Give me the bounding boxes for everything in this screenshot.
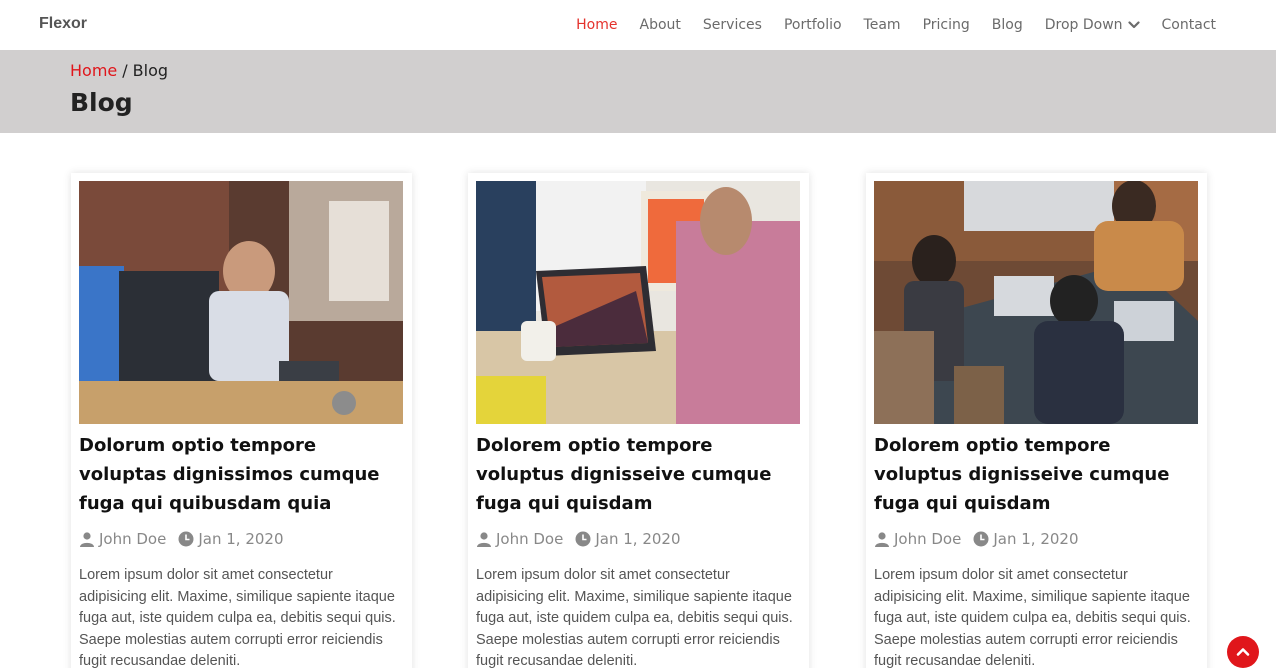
chevron-up-icon	[1236, 648, 1250, 656]
nav-home[interactable]: Home	[576, 17, 617, 33]
blog-card-title[interactable]: Dolorem optio tempore voluptus dignissei…	[874, 431, 1199, 518]
main-nav: Home About Services Portfolio Team Prici…	[554, 0, 1216, 50]
page-title: Blog	[70, 88, 133, 117]
author-meta: John Doe	[476, 530, 563, 548]
date-meta: Jan 1, 2020	[973, 530, 1079, 548]
blog-card-meta: John Doe Jan 1, 2020	[874, 530, 1091, 548]
clock-icon	[178, 531, 194, 547]
back-to-top-button[interactable]	[1227, 636, 1259, 668]
nav-services[interactable]: Services	[703, 17, 762, 33]
post-date[interactable]: Jan 1, 2020	[198, 530, 283, 548]
breadcrumb: Home / Blog	[70, 61, 168, 80]
user-icon	[875, 532, 889, 547]
blog-card-meta: John Doe Jan 1, 2020	[476, 530, 693, 548]
author-meta: John Doe	[874, 530, 961, 548]
clock-icon	[973, 531, 989, 547]
nav-about[interactable]: About	[640, 17, 681, 33]
blog-card-meta: John Doe Jan 1, 2020	[79, 530, 296, 548]
nav-portfolio[interactable]: Portfolio	[784, 17, 842, 33]
blog-card-title[interactable]: Dolorum optio tempore voluptas dignissim…	[79, 431, 404, 518]
nav-pricing[interactable]: Pricing	[923, 17, 970, 33]
blog-card-excerpt: Lorem ipsum dolor sit amet consectetur a…	[476, 567, 793, 668]
user-icon	[80, 532, 94, 547]
clock-icon	[575, 531, 591, 547]
user-icon	[477, 532, 491, 547]
author-name[interactable]: John Doe	[99, 530, 166, 548]
breadcrumb-section: Home / Blog Blog	[0, 50, 1276, 133]
chevron-down-icon	[1127, 21, 1140, 29]
blog-card-image[interactable]	[79, 181, 403, 424]
nav-team[interactable]: Team	[864, 17, 901, 33]
post-date[interactable]: Jan 1, 2020	[993, 530, 1078, 548]
blog-card: Dolorum optio tempore voluptas dignissim…	[71, 173, 412, 668]
author-name[interactable]: John Doe	[496, 530, 563, 548]
blog-card-image[interactable]	[874, 181, 1198, 424]
date-meta: Jan 1, 2020	[575, 530, 681, 548]
nav-contact[interactable]: Contact	[1162, 17, 1216, 33]
blog-card: Dolorem optio tempore voluptus dignissei…	[866, 173, 1207, 668]
date-meta: Jan 1, 2020	[178, 530, 284, 548]
author-meta: John Doe	[79, 530, 166, 548]
blog-card-image[interactable]	[476, 181, 800, 424]
blog-card-excerpt: Lorem ipsum dolor sit amet consectetur a…	[874, 567, 1191, 668]
nav-blog[interactable]: Blog	[992, 17, 1023, 33]
breadcrumb-current: Blog	[132, 61, 169, 80]
post-date[interactable]: Jan 1, 2020	[595, 530, 680, 548]
blog-card: Dolorem optio tempore voluptus dignissei…	[468, 173, 809, 668]
author-name[interactable]: John Doe	[894, 530, 961, 548]
breadcrumb-home-link[interactable]: Home	[70, 61, 117, 80]
site-header: Flexor Home About Services Portfolio Tea…	[0, 0, 1276, 50]
blog-card-title[interactable]: Dolorem optio tempore voluptus dignissei…	[476, 431, 801, 518]
nav-dropdown-label: Drop Down	[1044, 17, 1123, 33]
breadcrumb-separator: /	[122, 61, 128, 80]
blog-card-excerpt: Lorem ipsum dolor sit amet consectetur a…	[79, 567, 396, 668]
logo[interactable]: Flexor	[39, 15, 87, 33]
nav-dropdown[interactable]: Drop Down	[1045, 17, 1140, 33]
